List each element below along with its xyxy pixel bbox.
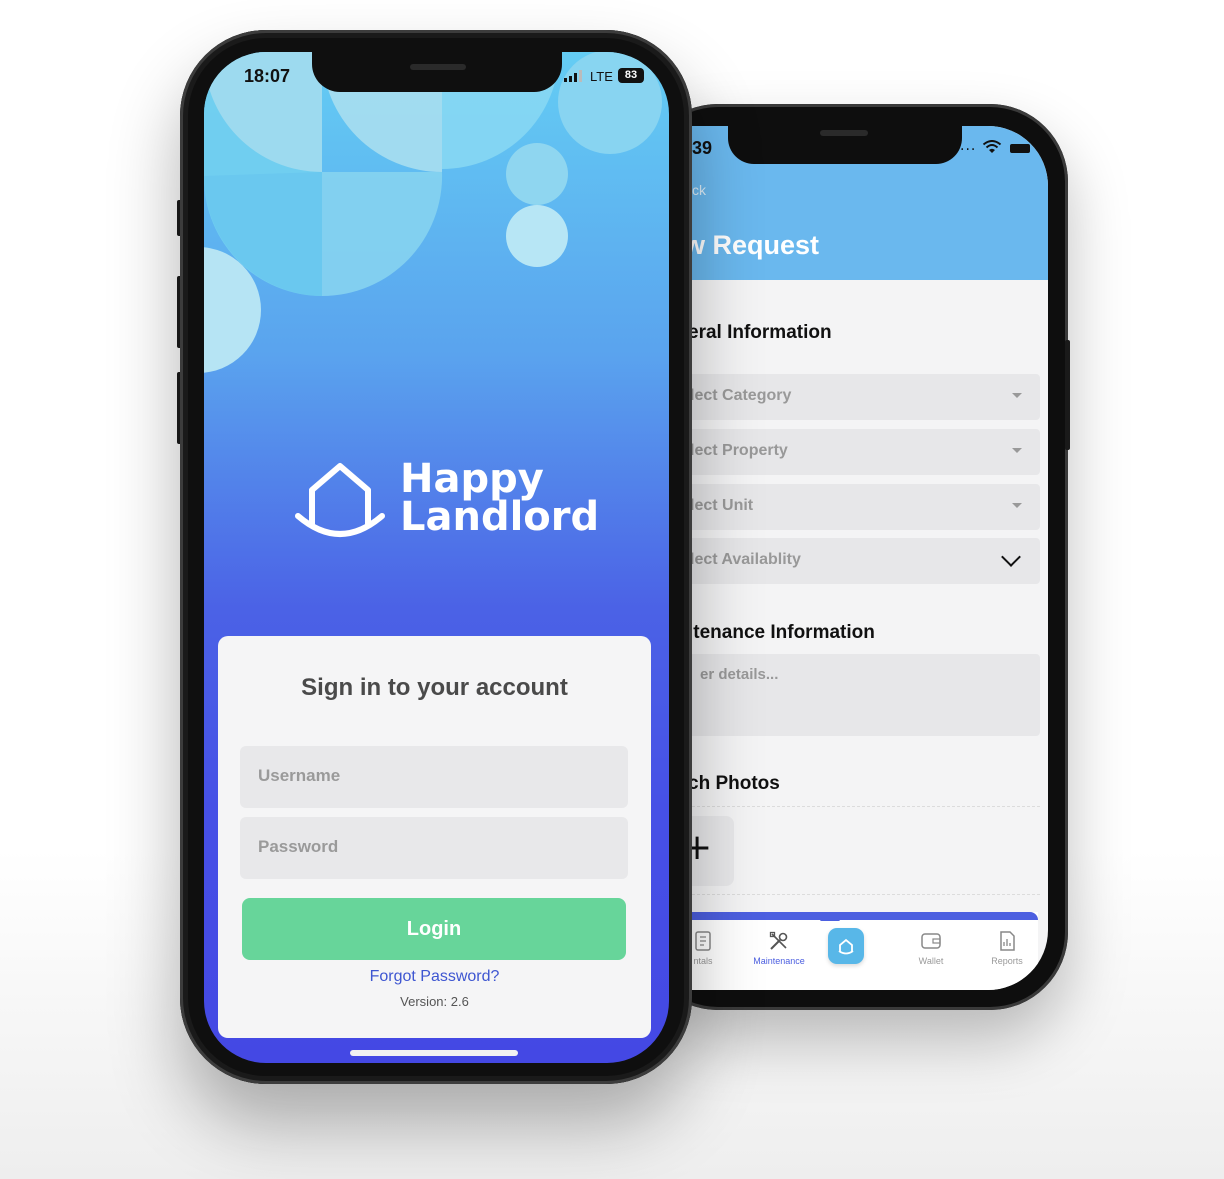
login-button[interactable]: Login — [242, 898, 626, 960]
password-placeholder: Password — [258, 837, 339, 856]
dropdown-label: lect Unit — [692, 497, 754, 514]
chevron-down-icon — [1001, 547, 1021, 567]
caret-down-icon — [1012, 503, 1022, 508]
active-tab-indicator — [820, 918, 840, 921]
speaker — [410, 64, 466, 70]
request-header: 39 ... ck w Request — [692, 126, 1048, 280]
caret-down-icon — [1012, 393, 1022, 398]
tab-maintenance[interactable]: Maintenance — [744, 930, 814, 966]
details-placeholder: er details... — [700, 666, 779, 683]
back-link[interactable]: ck — [692, 182, 706, 198]
select-unit-dropdown[interactable]: lect Unit — [692, 484, 1040, 530]
maintenance-information-heading: itenance Information — [692, 622, 875, 643]
status-signal: ... — [960, 138, 977, 154]
divider — [692, 894, 1040, 895]
bottom-tab-bar: ntals Maintenance Wallet Reports — [692, 912, 1038, 990]
house-smile-logo-icon — [295, 463, 385, 537]
select-property-dropdown[interactable]: lect Property — [692, 429, 1040, 475]
tab-label: ntals — [693, 956, 713, 966]
page-title: w Request — [692, 230, 820, 260]
select-category-dropdown[interactable]: lect Category — [692, 374, 1040, 420]
battery-icon — [1010, 144, 1030, 153]
dropdown-label: lect Category — [692, 387, 792, 404]
tab-label: Reports — [991, 956, 1023, 966]
tools-icon — [769, 931, 788, 950]
back-phone-notch — [728, 126, 962, 164]
rentals-icon — [695, 931, 711, 951]
home-icon — [838, 938, 854, 955]
login-title: Sign in to your account — [301, 674, 568, 701]
caret-down-icon — [1012, 448, 1022, 453]
tab-label: Maintenance — [753, 956, 805, 966]
username-placeholder: Username — [258, 766, 341, 785]
wallet-icon — [921, 933, 941, 949]
password-field[interactable]: Password — [240, 817, 628, 879]
signal-icon — [564, 70, 582, 82]
tab-reports[interactable]: Reports — [972, 930, 1042, 966]
decorative-shapes — [204, 52, 662, 373]
reports-icon — [1000, 931, 1015, 951]
details-textarea[interactable]: er details... — [692, 654, 1040, 736]
brand-line-2: Landlord — [400, 494, 600, 540]
select-availability-dropdown[interactable]: lect Availablity — [692, 538, 1040, 584]
speaker — [820, 130, 868, 136]
maintenance-request-screen: 39 ... ck w Request eral Information lec… — [692, 126, 1048, 990]
front-phone-notch — [312, 52, 562, 92]
status-time: 39 — [692, 138, 713, 158]
login-screen: 18:07 LTE 83 Happy Landlord Sign in to y… — [204, 52, 669, 1063]
battery-level: 83 — [618, 68, 644, 83]
tab-label: Wallet — [918, 956, 944, 966]
login-card: Sign in to your account Username Passwor… — [218, 636, 651, 1038]
brand-name: Happy Landlord — [400, 456, 600, 540]
username-field[interactable]: Username — [240, 746, 628, 808]
divider — [692, 806, 1040, 807]
dropdown-label: lect Property — [692, 442, 788, 459]
tab-home[interactable] — [828, 928, 864, 964]
home-indicator — [350, 1050, 518, 1056]
wifi-icon — [982, 140, 1002, 153]
carrier-label: LTE — [590, 69, 613, 84]
tab-bar-accent — [692, 912, 1038, 920]
version-label: Version: 2.6 — [400, 994, 469, 1009]
attach-photos-heading: ch Photos — [692, 773, 780, 794]
tab-wallet[interactable]: Wallet — [896, 930, 966, 966]
general-information-heading: eral Information — [692, 322, 832, 343]
forgot-password-link[interactable]: Forgot Password? — [218, 968, 651, 986]
plus-icon: + — [692, 827, 713, 868]
back-phone-side-button — [1065, 340, 1070, 450]
brand-line-1: Happy — [400, 456, 544, 502]
status-time: 18:07 — [244, 66, 291, 86]
tab-rentals[interactable]: ntals — [692, 930, 738, 966]
add-photo-button[interactable]: + — [692, 816, 734, 886]
dropdown-label: lect Availablity — [692, 551, 801, 568]
